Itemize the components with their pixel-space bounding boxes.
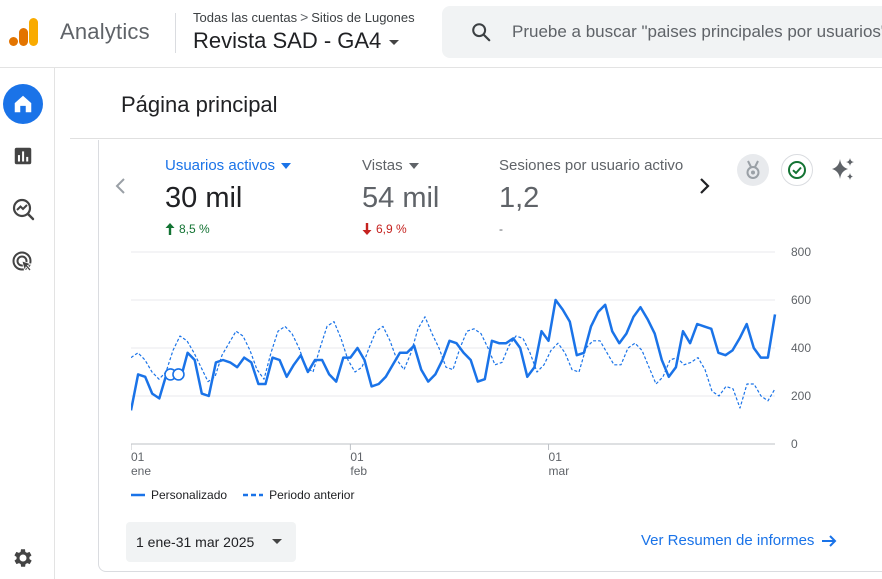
y-tick-label: 400 <box>791 341 811 355</box>
search-bar[interactable] <box>442 6 882 58</box>
search-input[interactable] <box>512 22 882 42</box>
metric-tab-views[interactable]: Vistas 54 mil 6,9 % <box>362 140 472 240</box>
arrow-up-icon <box>165 223 175 235</box>
arrow-down-icon <box>362 223 372 235</box>
solid-line-swatch <box>131 493 145 497</box>
advertising-icon <box>12 251 33 272</box>
metric-label-text: Sesiones por usuario activo <box>499 157 684 174</box>
legend-label: Personalizado <box>151 488 228 502</box>
top-app-bar: Analytics Todas las cuentas > Sitios de … <box>0 0 882 68</box>
metric-tab-sessions-per-user[interactable]: Sesiones por usuario activo 1,2 - <box>499 140 687 240</box>
next-metrics-button[interactable] <box>694 174 714 198</box>
metric-value: 54 mil <box>362 182 440 214</box>
metric-value: 1,2 <box>499 182 540 214</box>
y-tick-label: 800 <box>791 245 811 259</box>
date-range-text: 1 ene-31 mar 2025 <box>136 534 255 550</box>
metric-change-text: - <box>499 222 503 236</box>
prev-metrics-button[interactable] <box>111 174 131 198</box>
metric-label: Usuarios activos <box>165 157 292 174</box>
y-tick-label: 600 <box>791 293 811 307</box>
metric-change-text: 6,9 % <box>376 222 407 236</box>
status-check-badge[interactable] <box>781 154 813 186</box>
explore-icon <box>12 198 35 221</box>
metric-label-text: Vistas <box>362 157 403 174</box>
page-title: Página principal <box>121 92 278 117</box>
x-tick-day: 01 <box>131 450 145 464</box>
caret-down-icon <box>408 163 419 169</box>
home-icon <box>14 95 32 113</box>
search-icon <box>472 23 491 42</box>
chart-legend: Personalizado Periodo anterior <box>131 488 354 502</box>
y-tick-label: 200 <box>791 389 811 403</box>
metric-change: - <box>499 222 503 236</box>
metric-label-text: Usuarios activos <box>165 157 276 174</box>
gear-icon <box>14 549 32 567</box>
main-content: Página principal Usuarios activos 30 mil… <box>56 68 882 579</box>
legend-label: Periodo anterior <box>269 488 355 502</box>
header-divider <box>175 13 176 53</box>
medal-badge[interactable] <box>737 154 769 186</box>
breadcrumb[interactable]: Todas las cuentas > Sitios de Lugones <box>193 9 415 25</box>
sparkle-insights-icon[interactable] <box>829 156 857 184</box>
x-tick-day: 01 <box>350 450 364 464</box>
x-tick-month: ene <box>131 464 151 478</box>
overview-card: Usuarios activos 30 mil 8,5 % Vistas 54 … <box>98 140 882 572</box>
metric-change: 8,5 % <box>165 222 210 236</box>
bar-chart-icon <box>14 147 32 165</box>
chevron-left-icon <box>115 178 125 194</box>
left-navigation <box>0 68 55 579</box>
nav-advertising-button[interactable] <box>3 242 43 282</box>
title-divider <box>70 138 882 139</box>
date-range-selector[interactable]: 1 ene-31 mar 2025 <box>126 522 296 562</box>
check-circle-icon <box>788 161 806 179</box>
view-reports-text: Ver Resumen de informes <box>641 532 815 549</box>
caret-down-icon <box>272 539 282 544</box>
x-tick-day: 01 <box>549 450 563 464</box>
users-line-chart[interactable]: 800600400200001ene01feb01mar <box>131 244 851 494</box>
caret-down-icon <box>389 40 400 45</box>
metric-tab-active-users[interactable]: Usuarios activos 30 mil 8,5 % <box>165 140 305 240</box>
metric-label: Vistas <box>362 157 419 174</box>
caret-down-icon <box>281 163 292 169</box>
breadcrumb-property-group[interactable]: Sitios de Lugones <box>311 10 414 25</box>
x-tick-month: mar <box>549 464 570 478</box>
annotation-marker <box>172 368 185 381</box>
metric-change-text: 8,5 % <box>179 222 210 236</box>
metric-value: 30 mil <box>165 182 243 214</box>
property-name: Revista SAD - GA4 <box>193 28 382 53</box>
nav-home-button[interactable] <box>3 84 43 124</box>
analytics-logo-icon[interactable] <box>9 16 39 48</box>
legend-item-current[interactable]: Personalizado <box>131 488 227 502</box>
nav-admin-button[interactable] <box>3 538 43 578</box>
dashed-line-swatch <box>243 493 264 497</box>
nav-reports-button[interactable] <box>3 136 43 176</box>
nav-explore-button[interactable] <box>3 189 43 229</box>
view-reports-link[interactable]: Ver Resumen de informes <box>641 532 838 549</box>
metric-label: Sesiones por usuario activo <box>499 157 683 174</box>
property-selector[interactable]: Revista SAD - GA4 <box>193 28 400 54</box>
chevron-right-icon: > <box>300 9 309 25</box>
x-tick-month: feb <box>350 464 367 478</box>
product-name: Analytics <box>60 19 150 44</box>
metric-change: 6,9 % <box>362 222 407 236</box>
arrow-right-icon <box>822 534 837 547</box>
medal-icon <box>746 160 760 179</box>
breadcrumb-account[interactable]: Todas las cuentas <box>193 10 297 25</box>
legend-item-previous[interactable]: Periodo anterior <box>243 488 354 502</box>
y-tick-label: 0 <box>791 437 798 451</box>
chevron-right-icon <box>700 178 710 194</box>
series-line-current <box>131 298 777 411</box>
